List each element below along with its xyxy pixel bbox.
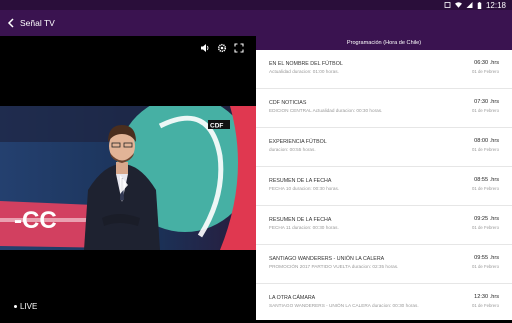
schedule-item[interactable]: RESUMEN DE LA FECHA FECHA 10 duracion: 0…	[256, 167, 512, 206]
program-name: SANTIAGO WANDERERS - UNIÓN LA CALERA	[269, 256, 385, 262]
video-player[interactable]: -CC CDF LIVE	[0, 36, 256, 320]
chevron-left-icon	[7, 18, 14, 28]
back-button[interactable]	[4, 10, 18, 36]
schedule-item[interactable]: CDF NOTICIAS EDICION CENTRAL Actualidad …	[256, 89, 512, 128]
schedule-item[interactable]: EN EL NOMBRE DEL FÚTBOL Actualidad durac…	[256, 50, 512, 89]
program-date: 01 de Febrero	[472, 303, 499, 308]
program-name: CDF NOTICIAS	[269, 100, 307, 106]
program-date: 01 de Febrero	[472, 225, 499, 230]
player-controls	[200, 43, 244, 53]
wifi-icon	[454, 2, 462, 8]
status-bar: 12:18	[0, 0, 512, 10]
program-time: 08:55 .hrs	[474, 177, 499, 183]
program-date: 01 de Febrero	[472, 108, 499, 113]
volume-icon	[201, 44, 209, 52]
battery-icon	[477, 1, 482, 9]
fullscreen-icon	[234, 43, 244, 53]
program-subtitle: PROMOCIÓN 2017 PARTIDO VUELTA duracion: …	[269, 264, 399, 269]
schedule-list: EN EL NOMBRE DEL FÚTBOL Actualidad durac…	[256, 50, 512, 323]
program-subtitle: FECHA 11 duracion: 00:30 horas.	[269, 225, 339, 230]
live-dot-icon	[14, 305, 17, 308]
schedule-item[interactable]: RESUMEN DE LA FECHA FECHA 11 duracion: 0…	[256, 206, 512, 245]
program-time: 06:30 .hrs	[474, 60, 499, 66]
program-subtitle: duracion: 00:55 horas.	[269, 147, 316, 152]
program-time: 09:25 .hrs	[474, 216, 499, 222]
program-date: 01 de Febrero	[472, 147, 499, 152]
schedule-panel: Programación (Hora de Chile) EN EL NOMBR…	[256, 36, 512, 320]
schedule-item[interactable]: LA OTRA CÁMARA SANTIAGO WANDERERS - UNIÓ…	[256, 284, 512, 323]
program-name: EXPERIENCIA FÚTBOL	[269, 139, 327, 145]
app-bar: Señal TV	[0, 10, 512, 36]
program-subtitle: Actualidad duracion: 01:00 horas.	[269, 69, 339, 74]
program-date: 01 de Febrero	[472, 186, 499, 191]
program-name: EN EL NOMBRE DEL FÚTBOL	[269, 61, 343, 67]
program-subtitle: SANTIAGO WANDERERS - UNIÓN LA CALERA dur…	[269, 303, 419, 308]
program-date: 01 de Febrero	[472, 69, 499, 74]
program-time: 12:30 .hrs	[474, 294, 499, 300]
settings-gear-icon	[217, 43, 227, 53]
program-name: RESUMEN DE LA FECHA	[269, 217, 332, 223]
program-name: LA OTRA CÁMARA	[269, 295, 316, 301]
video-overlay-text: -CC	[14, 207, 57, 234]
status-time: 12:18	[485, 0, 506, 10]
signal-icon	[466, 2, 473, 8]
sim-icon	[444, 2, 451, 8]
settings-button[interactable]	[217, 43, 227, 53]
program-subtitle: FECHA 10 duracion: 00:30 horas.	[269, 186, 340, 191]
program-date: 01 de Febrero	[472, 264, 499, 269]
video-frame[interactable]: -CC CDF	[0, 106, 256, 250]
volume-button[interactable]	[200, 43, 210, 53]
channel-logo: CDF	[210, 123, 223, 130]
schedule-item[interactable]: SANTIAGO WANDERERS - UNIÓN LA CALERA PRO…	[256, 245, 512, 284]
fullscreen-button[interactable]	[234, 43, 244, 53]
program-subtitle: EDICION CENTRAL Actualidad duracion: 00:…	[269, 108, 383, 113]
live-label: LIVE	[20, 302, 38, 311]
video-frame-image: -CC CDF	[0, 106, 256, 250]
program-time: 07:30 .hrs	[474, 99, 499, 105]
live-indicator: LIVE	[14, 302, 37, 311]
program-name: RESUMEN DE LA FECHA	[269, 178, 332, 184]
schedule-item[interactable]: EXPERIENCIA FÚTBOL duracion: 00:55 horas…	[256, 128, 512, 167]
program-time: 09:55 .hrs	[474, 255, 499, 261]
schedule-header: Programación (Hora de Chile)	[256, 36, 512, 50]
app-title: Señal TV	[20, 18, 55, 28]
program-time: 08:00 .hrs	[474, 138, 499, 144]
